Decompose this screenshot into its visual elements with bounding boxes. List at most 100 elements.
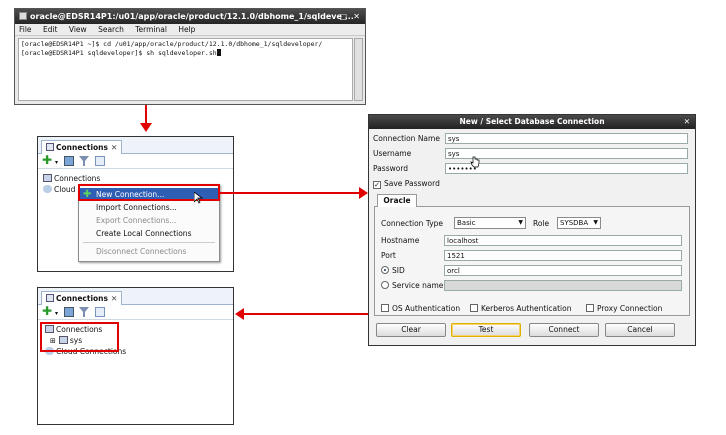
menu-search[interactable]: Search	[98, 25, 124, 34]
terminal-icon	[19, 12, 27, 20]
service-name-field	[444, 280, 682, 291]
highlight-new-sys-connection	[40, 322, 119, 352]
sid-option[interactable]: SID	[381, 266, 405, 275]
tab-oracle[interactable]: Oracle	[377, 194, 417, 207]
mouse-pointer-icon	[194, 192, 203, 204]
terminal-output[interactable]: [oracle@EDSR14P1 ~]$ cd /u01/app/oracle/…	[18, 38, 353, 101]
menu-file[interactable]: File	[19, 25, 32, 34]
username-label: Username	[373, 149, 412, 158]
database-icon	[46, 294, 54, 302]
select-value: SYSDBA	[560, 219, 589, 227]
os-auth-label: OS Authentication	[392, 304, 461, 313]
kerberos-option[interactable]: Kerberos Authentication	[470, 304, 571, 313]
menu-item-export-connections: Export Connections...	[96, 216, 177, 225]
red-arrow-right	[220, 192, 362, 194]
hostname-field[interactable]: localhost	[444, 235, 682, 246]
oracle-tab-panel: Connection Type Basic ▼ Role SYSDBA ▼ Host…	[374, 206, 690, 316]
test-button[interactable]: Test	[451, 323, 521, 337]
close-button[interactable]: ✕	[353, 9, 360, 24]
password-label: Password	[373, 164, 409, 173]
connections-tab[interactable]: Connections ✕	[41, 291, 123, 305]
dialog-title-bar: New / Select Database Connection ✕	[369, 115, 695, 129]
hand-cursor-icon	[470, 156, 480, 168]
connection-name-label: Connection Name	[373, 134, 440, 143]
connections-panel-bottom: Connections ✕ ✚ ▾ Connections ⊞ sys Cloud C…	[37, 287, 234, 425]
connection-name-field[interactable]: sys	[445, 133, 688, 144]
menu-item-disconnect-connections: Disconnect Connections	[96, 247, 187, 256]
connect-button[interactable]: Connect	[529, 323, 599, 337]
red-arrow-head	[235, 308, 244, 320]
username-field[interactable]: sys	[445, 148, 688, 159]
port-field[interactable]: 1521	[444, 250, 682, 261]
menu-separator	[83, 242, 215, 243]
filter-icon[interactable]	[79, 156, 90, 166]
proxy-label: Proxy Connection	[597, 304, 663, 313]
tab-label: Connections	[56, 294, 108, 303]
menu-edit[interactable]: Edit	[43, 25, 58, 34]
connections-icon	[43, 174, 52, 182]
clear-button[interactable]: Clear	[376, 323, 446, 337]
dialog-title: New / Select Database Connection	[459, 117, 605, 126]
tab-label: Connections	[56, 143, 108, 152]
refresh-icon[interactable]	[94, 307, 105, 317]
menu-view[interactable]: View	[69, 25, 87, 34]
red-arrow-head	[140, 123, 152, 132]
terminal-title-bar: oracle@EDSR14P1:/u01/app/oracle/product/…	[15, 9, 365, 24]
proxy-option[interactable]: Proxy Connection	[586, 304, 662, 313]
sid-label: SID	[392, 266, 405, 275]
terminal-menubar: File Edit View Search Terminal Help	[15, 24, 365, 36]
chevron-down-icon: ▼	[518, 219, 523, 226]
filter-icon[interactable]	[79, 307, 90, 317]
kerberos-checkbox[interactable]	[470, 304, 478, 312]
role-label: Role	[533, 219, 550, 228]
chevron-down-icon: ▼	[593, 219, 598, 226]
sid-field[interactable]: orcl	[444, 265, 682, 276]
chevron-down-icon[interactable]: ▾	[55, 310, 58, 317]
password-field[interactable]: •••••••	[445, 163, 688, 174]
database-icon	[46, 143, 54, 151]
save-password-checkbox[interactable]: ✓	[373, 181, 381, 189]
schema-browser-icon[interactable]	[63, 307, 74, 317]
tree-label: Cloud	[54, 185, 76, 194]
terminal-window: oracle@EDSR14P1:/u01/app/oracle/product/…	[14, 8, 366, 105]
os-auth-option[interactable]: OS Authentication	[381, 304, 460, 313]
schema-browser-icon[interactable]	[63, 156, 74, 166]
terminal-line: [oracle@EDSR14P1 sqldeveloper]$ sh sqlde…	[21, 49, 350, 58]
connections-tab[interactable]: Connections ✕	[41, 140, 123, 154]
connection-type-select[interactable]: Basic ▼	[454, 217, 526, 229]
save-password-label: Save Password	[384, 179, 440, 188]
tree-label: Connections	[54, 174, 101, 183]
panel-toolbar: ✚ ▾	[38, 305, 233, 320]
tab-close-icon[interactable]: ✕	[111, 294, 117, 303]
maximize-button[interactable]: □	[339, 9, 347, 24]
text-cursor	[216, 49, 221, 56]
service-name-option[interactable]: Service name	[381, 281, 443, 290]
chevron-down-icon[interactable]: ▾	[55, 159, 58, 166]
role-select[interactable]: SYSDBA ▼	[557, 217, 601, 229]
tree-item-connections[interactable]: Connections	[43, 173, 233, 184]
refresh-icon[interactable]	[94, 156, 105, 166]
sid-radio[interactable]	[381, 266, 389, 274]
cancel-button[interactable]: Cancel	[605, 323, 675, 337]
panel-tabbar: Connections ✕	[38, 288, 233, 305]
panel-toolbar: ✚ ▾	[38, 154, 233, 169]
menu-item-create-local-connections[interactable]: Create Local Connections	[79, 227, 219, 240]
connection-type-label: Connection Type	[381, 219, 444, 228]
service-name-radio[interactable]	[381, 281, 389, 289]
panel-tabbar: Connections ✕	[38, 137, 233, 154]
proxy-checkbox[interactable]	[586, 304, 594, 312]
cloud-icon	[43, 185, 52, 193]
os-auth-checkbox[interactable]	[381, 304, 389, 312]
terminal-line: [oracle@EDSR14P1 ~]$ cd /u01/app/oracle/…	[21, 40, 323, 48]
menu-help[interactable]: Help	[178, 25, 195, 34]
add-connection-icon[interactable]: ✚	[42, 154, 52, 166]
new-connection-dialog: New / Select Database Connection ✕ Connec…	[368, 114, 696, 346]
red-arrow-down	[145, 105, 147, 125]
add-connection-icon[interactable]: ✚	[42, 305, 52, 317]
close-icon[interactable]: ✕	[684, 115, 690, 129]
tab-close-icon[interactable]: ✕	[111, 143, 117, 152]
terminal-scrollbar[interactable]	[354, 38, 363, 101]
menu-terminal[interactable]: Terminal	[135, 25, 167, 34]
red-arrow-left	[243, 313, 368, 315]
save-password-option[interactable]: ✓ Save Password	[373, 179, 440, 189]
